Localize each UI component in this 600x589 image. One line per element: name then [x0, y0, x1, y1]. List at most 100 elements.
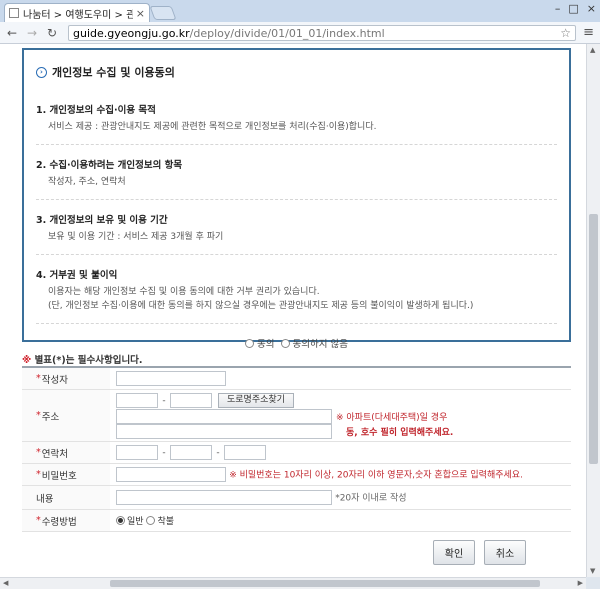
section-text: 작성자, 주소, 연락처 [48, 177, 126, 187]
form-row-address: * 주소 - 도로명주소찾기 ※ 아파트(다세대주택)일 경우 동, 호수 필히 입… [22, 390, 571, 442]
phone-input-1[interactable] [116, 445, 158, 460]
form-actions: 확인 취소 [433, 540, 526, 565]
close-window-icon[interactable]: × [587, 2, 596, 15]
phone-input-2[interactable] [170, 445, 212, 460]
confirm-button[interactable]: 확인 [433, 540, 475, 565]
zipcode-input-1[interactable] [116, 393, 158, 408]
bookmark-star-icon[interactable]: ☆ [560, 26, 571, 40]
password-label-text: 비밀번호 [41, 470, 77, 482]
consent-box: › 개인정보 수집 및 이용동의 1. 개인정보의 수집·이용 목적 서비스 제… [22, 48, 571, 350]
agree-radio[interactable] [245, 339, 254, 348]
scroll-right-icon[interactable]: ▶ [578, 579, 583, 587]
consent-section-items: 2. 수집·이용하려는 개인정보의 항목 작성자, 주소, 연락처 [36, 157, 557, 200]
consent-section-rights: 4. 거부권 및 불이익 이용자는 해당 개인정보 수집 및 이용 동의에 대한… [36, 267, 557, 324]
password-rule-warning: ※ 비밀번호는 10자리 이상, 20자리 이하 영문자,숫자 혼합으로 입력해… [229, 470, 523, 481]
scroll-up-icon[interactable]: ▲ [590, 46, 595, 54]
form-row-content: 내용 *20자 이내로 작성 [22, 486, 571, 510]
required-star: * [36, 410, 41, 421]
new-tab-button[interactable] [149, 6, 177, 20]
consent-title-text: 개인정보 수집 및 이용동의 [52, 66, 175, 79]
browser-tab[interactable]: 나눔터 > 여행도우미 > 관 × [4, 3, 150, 22]
receive-normal-radio[interactable] [116, 516, 125, 525]
address-label-text: 주소 [41, 411, 60, 423]
address-label: * 주소 [22, 390, 110, 441]
maximize-icon[interactable]: □ [568, 2, 578, 15]
close-tab-icon[interactable]: × [136, 7, 145, 20]
section-text: 보유 및 이용 기간 : 서비스 제공 3개월 후 파기 [48, 232, 224, 242]
phone-label-text: 연락처 [41, 448, 68, 460]
content-label: 내용 [22, 486, 110, 509]
section-heading: 4. 거부권 및 불이익 [36, 270, 118, 281]
dash: - [216, 447, 220, 458]
dash: - [162, 447, 166, 458]
favicon-icon [9, 8, 19, 18]
zipcode-input-2[interactable] [170, 393, 212, 408]
section-text: (단, 개인정보 수집·이용에 대한 동의를 하지 않으실 경우에는 관광안내지… [48, 301, 474, 311]
receive-field-cell: 일반 착불 [110, 510, 571, 531]
required-note-mark: ※ [22, 355, 32, 366]
content-input[interactable] [116, 490, 332, 505]
author-label-text: 작성자 [41, 374, 68, 386]
required-note: ※ 별표(*)는 필수사항입니다. [22, 352, 143, 366]
address-input-1[interactable] [116, 409, 332, 424]
author-input[interactable] [116, 371, 226, 386]
browser-toolbar: ← → ↻ guide.gyeongju.go.kr/deploy/divide… [0, 22, 600, 44]
password-input[interactable] [116, 467, 226, 482]
reload-icon[interactable]: ↻ [44, 26, 60, 40]
tab-bar: 나눔터 > 여행도우미 > 관 × – □ × [0, 0, 600, 22]
form-row-receive: * 수령방법 일반 착불 [22, 510, 571, 532]
required-star: * [36, 447, 41, 458]
consent-title: › 개인정보 수집 및 이용동의 [36, 64, 557, 80]
horizontal-scroll-thumb[interactable] [110, 580, 540, 587]
application-form: * 작성자 * 주소 - 도로명주소찾기 ※ 아파트(다세대주택)일 경우 동, 호수… [22, 366, 571, 532]
cancel-button[interactable]: 취소 [484, 540, 526, 565]
required-star: * [36, 515, 41, 526]
phone-field-cell: -- [110, 442, 571, 463]
scroll-left-icon[interactable]: ◀ [3, 579, 8, 587]
address-input-2[interactable] [116, 424, 332, 439]
page-viewport: › 개인정보 수집 및 이용동의 1. 개인정보의 수집·이용 목적 서비스 제… [0, 44, 586, 577]
receive-label-text: 수령방법 [41, 516, 77, 528]
consent-section-purpose: 1. 개인정보의 수집·이용 목적 서비스 제공 : 관광안내지도 제공에 관련… [36, 102, 557, 145]
agree-label: 동의 [257, 339, 275, 350]
address-bar[interactable]: guide.gyeongju.go.kr/deploy/divide/01/01… [68, 25, 576, 41]
phone-input-3[interactable] [224, 445, 266, 460]
chevron-circle-icon: › [36, 66, 47, 78]
password-label: * 비밀번호 [22, 464, 110, 485]
back-icon[interactable]: ← [4, 26, 20, 40]
address-field-cell: - 도로명주소찾기 ※ 아파트(다세대주택)일 경우 동, 호수 필히 입력해주세… [110, 390, 571, 441]
required-star: * [36, 373, 41, 384]
receive-cod-radio[interactable] [146, 516, 156, 525]
required-note-text: 별표(*)는 필수사항입니다. [34, 355, 143, 366]
consent-section-period: 3. 개인정보의 보유 및 이용 기간 보유 및 이용 기간 : 서비스 제공 … [36, 212, 557, 255]
apartment-warning: ※ 아파트(다세대주택)일 경우 [336, 413, 448, 423]
disagree-radio[interactable] [280, 339, 290, 348]
vertical-scrollbar[interactable]: ▲ ▼ [586, 44, 600, 577]
minimize-icon[interactable]: – [555, 2, 561, 15]
content-length-hint: *20자 이내로 작성 [335, 493, 407, 504]
receive-label: * 수령방법 [22, 510, 110, 531]
forward-icon[interactable]: → [24, 26, 40, 40]
vertical-scroll-thumb[interactable] [589, 214, 598, 464]
phone-label: * 연락처 [22, 442, 110, 463]
road-address-search-button[interactable]: 도로명주소찾기 [218, 393, 294, 408]
tab-title: 나눔터 > 여행도우미 > 관 [23, 9, 133, 21]
dash: - [162, 395, 166, 406]
scroll-down-icon[interactable]: ▼ [590, 567, 595, 575]
receive-cod-label: 착불 [157, 517, 174, 527]
menu-icon[interactable]: ≡ [583, 25, 594, 40]
author-field-cell [110, 368, 571, 389]
url-path: /deploy/divide/01/01_01/index.html [189, 26, 385, 40]
section-text: 서비스 제공 : 관광안내지도 제공에 관련한 목적으로 개인정보를 처리(수집… [48, 122, 377, 132]
required-star: * [36, 469, 41, 480]
content-field-cell: *20자 이내로 작성 [110, 486, 571, 509]
url-host: guide.gyeongju.go.kr [73, 26, 190, 40]
password-field-cell: ※ 비밀번호는 10자리 이상, 20자리 이하 영문자,숫자 혼합으로 입력해… [110, 464, 571, 485]
section-heading: 1. 개인정보의 수집·이용 목적 [36, 105, 156, 116]
consent-choice: 동의 동의하지 않음 [36, 336, 557, 350]
form-row-author: * 작성자 [22, 368, 571, 390]
disagree-label: 동의하지 않음 [292, 339, 348, 350]
form-row-password: * 비밀번호 ※ 비밀번호는 10자리 이상, 20자리 이하 영문자,숫자 혼합… [22, 464, 571, 486]
horizontal-scrollbar[interactable]: ◀ ▶ [0, 577, 586, 589]
unit-number-warning: 동, 호수 필히 입력해주세요. [346, 428, 454, 438]
